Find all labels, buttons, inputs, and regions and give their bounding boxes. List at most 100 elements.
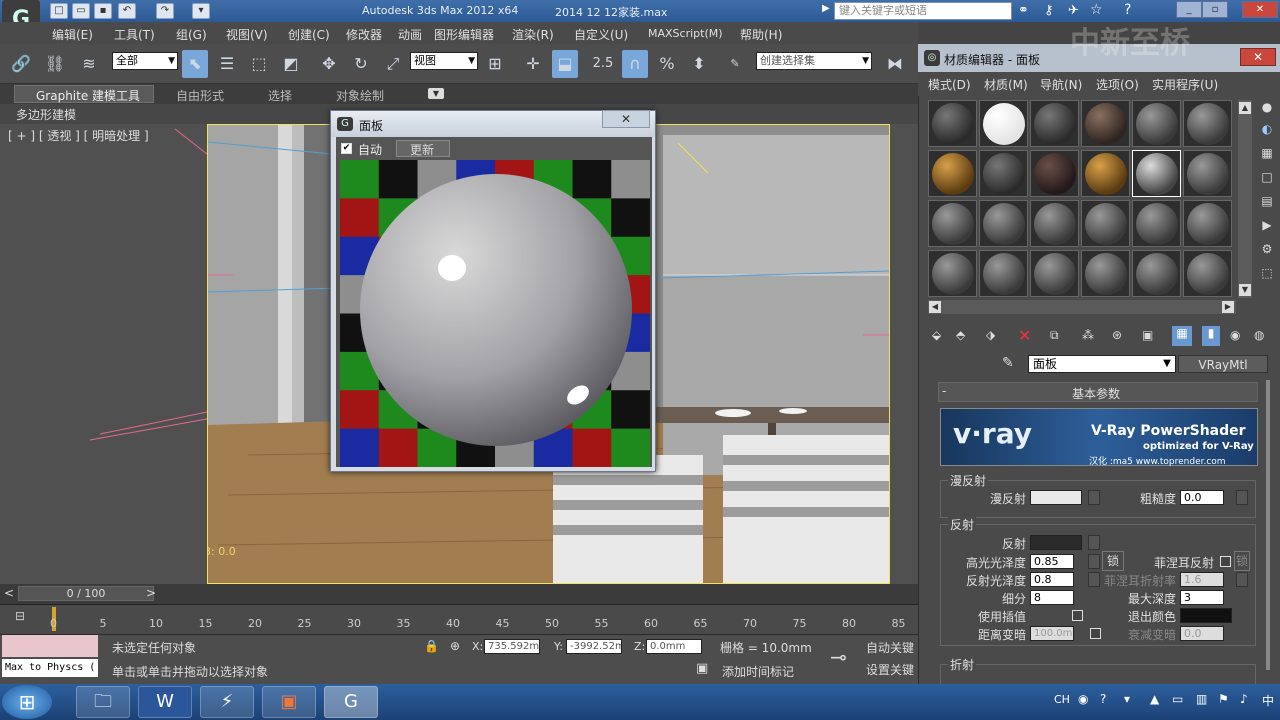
sample-slot[interactable] bbox=[979, 200, 1028, 247]
fresnel-reflection-checkbox[interactable] bbox=[1220, 556, 1231, 567]
dim-falloff-spinner[interactable]: 0.0 bbox=[1180, 626, 1224, 641]
bind-space-warp-icon[interactable]: ≋ bbox=[76, 50, 102, 78]
ime-help-icon[interactable]: ? bbox=[1100, 692, 1106, 706]
scale-icon[interactable]: ⤢ bbox=[380, 50, 406, 78]
keyboard-shortcut-override-icon[interactable]: ⬓ bbox=[552, 50, 578, 78]
sample-slot[interactable] bbox=[1183, 100, 1232, 147]
sample-type-icon[interactable]: ● bbox=[1256, 100, 1278, 122]
communication-icon[interactable]: ✈ bbox=[1068, 3, 1079, 18]
maxscript-line[interactable]: Max to Physcs ( bbox=[2, 659, 98, 677]
menu-help[interactable]: 帮助(H) bbox=[740, 26, 782, 43]
scroll-down-icon[interactable]: ▼ bbox=[1239, 284, 1251, 296]
material-editor-close-button[interactable]: ✕ bbox=[1240, 48, 1276, 66]
project-folder-icon[interactable]: ▾ bbox=[192, 3, 210, 19]
unlink-icon[interactable]: ⛓ bbox=[42, 50, 68, 78]
frame-counter[interactable]: 0 / 100 bbox=[18, 586, 154, 601]
select-object-icon[interactable]: ⬉ bbox=[182, 50, 208, 78]
fresnel-lock-button[interactable]: 锁 bbox=[1234, 551, 1250, 571]
rollout-collapse-icon[interactable]: - bbox=[942, 384, 946, 398]
mat-menu-options[interactable]: 选项(O) bbox=[1096, 76, 1139, 93]
sample-slot[interactable] bbox=[1030, 250, 1079, 297]
time-slider[interactable]: < 0 / 100 > bbox=[0, 584, 918, 604]
action-center-icon[interactable]: ⚑ bbox=[1218, 692, 1229, 706]
mini-curve-editor-icon[interactable]: ⊟ bbox=[8, 609, 32, 629]
options-icon[interactable]: ⚙ bbox=[1256, 242, 1278, 266]
word-icon[interactable]: W bbox=[138, 686, 192, 718]
sample-slot[interactable] bbox=[1030, 150, 1079, 197]
ribbon-options-icon[interactable]: ▼ bbox=[428, 88, 444, 99]
thunder-icon[interactable]: ⚡ bbox=[200, 686, 254, 718]
put-to-scene-icon[interactable]: ⬘ bbox=[956, 328, 965, 342]
viewport-label[interactable]: [ + ] [ 透视 ] [ 明暗处理 ] bbox=[8, 127, 149, 144]
sample-slot[interactable] bbox=[1132, 200, 1181, 247]
menu-tools[interactable]: 工具(T) bbox=[114, 26, 155, 43]
auto-key-button[interactable]: 自动关键 bbox=[866, 639, 914, 656]
auto-checkbox[interactable]: ✔ bbox=[341, 143, 352, 154]
save-icon[interactable]: ▪ bbox=[94, 3, 112, 19]
maximize-button[interactable]: ▫ bbox=[1202, 1, 1228, 18]
menu-group[interactable]: 组(G) bbox=[176, 26, 207, 43]
select-by-name-icon[interactable]: ☰ bbox=[214, 50, 240, 78]
sample-slot[interactable] bbox=[1183, 150, 1232, 197]
time-tag-icon[interactable]: ▣ bbox=[696, 661, 708, 676]
percent-snap-icon[interactable]: % bbox=[654, 50, 680, 78]
add-time-tag[interactable]: 添加时间标记 bbox=[722, 663, 794, 680]
subdivs-spinner[interactable]: 8 bbox=[1030, 590, 1074, 605]
scroll-up-icon[interactable]: ▲ bbox=[1239, 102, 1251, 114]
max-depth-spinner[interactable]: 3 bbox=[1180, 590, 1224, 605]
diffuse-map-button[interactable] bbox=[1088, 490, 1100, 505]
sample-slot[interactable] bbox=[928, 250, 977, 297]
sample-slot[interactable] bbox=[1132, 150, 1181, 197]
sample-slot[interactable] bbox=[928, 200, 977, 247]
volume-icon[interactable]: ♪ bbox=[1240, 692, 1248, 706]
update-button[interactable]: 更新 bbox=[410, 141, 434, 158]
exit-color-swatch[interactable] bbox=[1180, 608, 1232, 623]
track-bar[interactable]: ⊟ 0 5 10 15 20 25 30 35 40 45 50 55 60 65 70 75 80 85 bbox=[0, 604, 918, 634]
new-file-icon[interactable]: □ bbox=[50, 3, 68, 19]
search-arrow-icon[interactable]: ▶ bbox=[822, 3, 830, 14]
minimize-button[interactable]: _ bbox=[1176, 1, 1202, 18]
search-input[interactable]: 键入关键字或短语 bbox=[834, 2, 1012, 20]
mat-menu-material[interactable]: 材质(M) bbox=[984, 76, 1028, 93]
help-icon[interactable]: ? bbox=[1124, 2, 1131, 18]
fresnel-ior-spinner[interactable]: 1.6 bbox=[1180, 572, 1224, 587]
menu-maxscript[interactable]: MAXScript(M) bbox=[648, 27, 723, 40]
diffuse-color-swatch[interactable] bbox=[1030, 490, 1082, 505]
mat-menu-modes[interactable]: 模式(D) bbox=[928, 76, 971, 93]
background-icon[interactable]: ▦ bbox=[1256, 146, 1278, 170]
selection-filter-select[interactable]: 全部 bbox=[112, 52, 178, 70]
lock-selection-icon[interactable]: 🔒 bbox=[424, 639, 439, 653]
sample-slot[interactable] bbox=[1183, 200, 1232, 247]
uv-tiling-icon[interactable]: □ bbox=[1256, 170, 1278, 194]
tray-app-icon[interactable]: ▭ bbox=[1172, 692, 1183, 706]
get-material-icon[interactable]: ⬙ bbox=[932, 328, 941, 342]
rotate-icon[interactable]: ↻ bbox=[348, 50, 374, 78]
tray-arrow-icon[interactable]: ▾ bbox=[1124, 692, 1130, 706]
explorer-icon[interactable]: 🗀 bbox=[76, 686, 130, 718]
material-type-button[interactable]: VRayMtl bbox=[1178, 355, 1268, 373]
sample-slot[interactable] bbox=[979, 100, 1028, 147]
assign-to-selection-icon[interactable]: ⬗ bbox=[986, 328, 995, 342]
menu-animation[interactable]: 动画 bbox=[398, 26, 422, 43]
scroll-right-icon[interactable]: ▶ bbox=[1222, 301, 1234, 313]
set-key-icon[interactable]: ⊸ bbox=[830, 645, 847, 669]
tab-freeform[interactable]: 自由形式 bbox=[176, 87, 224, 104]
sample-slot[interactable] bbox=[1030, 100, 1079, 147]
favorites-icon[interactable]: ☆ bbox=[1090, 2, 1103, 18]
refl-gloss-map-button[interactable] bbox=[1088, 572, 1100, 587]
maxscript-listener-pink[interactable] bbox=[2, 635, 98, 657]
dim-distance-checkbox[interactable] bbox=[1090, 628, 1101, 639]
sample-slots-hscrollbar[interactable]: ◀ ▶ bbox=[928, 300, 1236, 314]
reflect-map-button[interactable] bbox=[1088, 535, 1100, 550]
sample-slot[interactable] bbox=[1132, 250, 1181, 297]
menu-customize[interactable]: 自定义(U) bbox=[574, 26, 628, 43]
preview-close-button[interactable]: ✕ bbox=[602, 110, 650, 128]
spinner-snap-icon[interactable]: ⬍ bbox=[686, 50, 712, 78]
sample-slot[interactable] bbox=[1081, 250, 1130, 297]
angle-snap-icon[interactable]: ∩ bbox=[622, 50, 648, 78]
mat-menu-utilities[interactable]: 实用程序(U) bbox=[1152, 76, 1218, 93]
make-unique-icon[interactable]: ⧉ bbox=[1050, 328, 1059, 343]
undo-icon[interactable]: ↶ bbox=[118, 3, 136, 19]
sample-slot[interactable] bbox=[1081, 200, 1130, 247]
eyedropper-icon[interactable]: ✎ bbox=[1002, 355, 1014, 371]
